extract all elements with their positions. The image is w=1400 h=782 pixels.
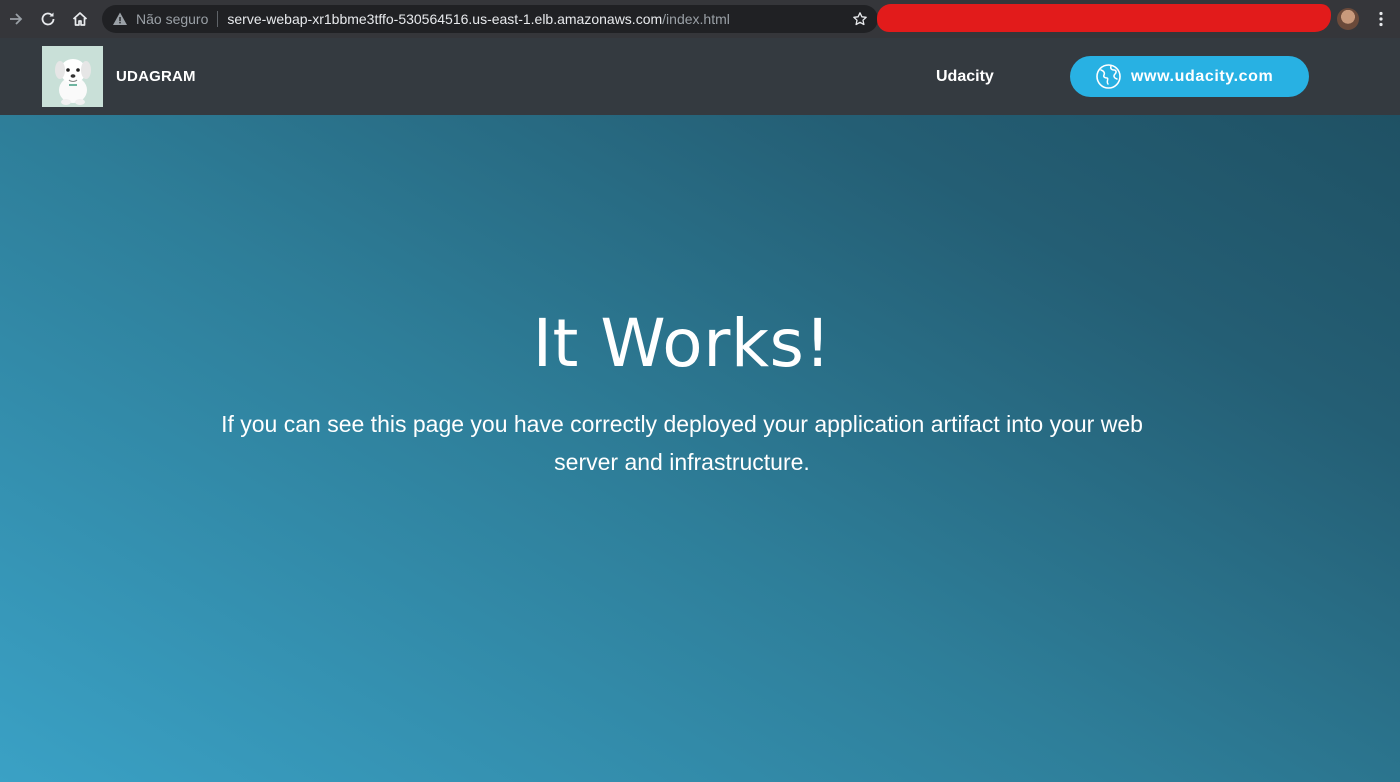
security-status: Não seguro bbox=[136, 11, 209, 27]
url-host: serve-webap-xr1bbme3tffo-530564516.us-ea… bbox=[227, 11, 663, 27]
hero-description: If you can see this page you have correc… bbox=[221, 411, 1143, 475]
profile-avatar[interactable] bbox=[1337, 8, 1359, 30]
browser-toolbar: Não seguro serve-webap-xr1bbme3tffo-5305… bbox=[0, 0, 1400, 38]
site-navbar: UDAGRAM Udacity www.udacity.com bbox=[0, 38, 1400, 115]
udacity-website-button[interactable]: www.udacity.com bbox=[1070, 56, 1309, 97]
hero-title: It Works! bbox=[532, 305, 832, 382]
omnibox-divider bbox=[217, 11, 219, 27]
home-icon[interactable] bbox=[64, 3, 96, 35]
reload-icon[interactable] bbox=[32, 3, 64, 35]
forward-arrow-icon[interactable] bbox=[0, 3, 32, 35]
warning-icon bbox=[113, 12, 127, 25]
hero-section: It Works! If you can see this page you h… bbox=[0, 115, 1400, 782]
nav-link-udacity[interactable]: Udacity bbox=[936, 68, 994, 86]
udacity-website-label: www.udacity.com bbox=[1131, 67, 1274, 85]
redaction-mark bbox=[877, 4, 1331, 32]
dog-logo-image[interactable] bbox=[42, 46, 103, 107]
address-bar[interactable]: Não seguro serve-webap-xr1bbme3tffo-5305… bbox=[102, 5, 878, 33]
brand-name[interactable]: UDAGRAM bbox=[116, 68, 196, 85]
more-menu-icon[interactable] bbox=[1372, 10, 1390, 28]
globe-icon bbox=[1096, 64, 1121, 89]
url-path: /index.html bbox=[662, 11, 730, 27]
bookmark-star-icon[interactable] bbox=[852, 11, 868, 27]
